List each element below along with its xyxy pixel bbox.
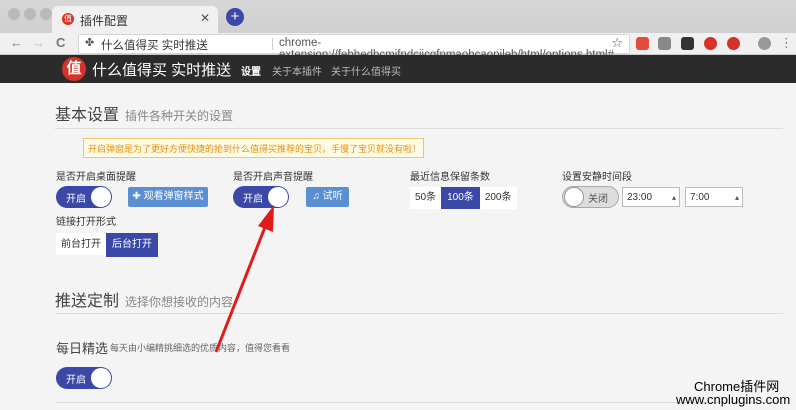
- annotation-arrow: [214, 205, 274, 353]
- arrow-head: [258, 205, 274, 232]
- arrow-shaft: [214, 221, 269, 353]
- watermark-line2: www.cnplugins.com: [676, 392, 791, 407]
